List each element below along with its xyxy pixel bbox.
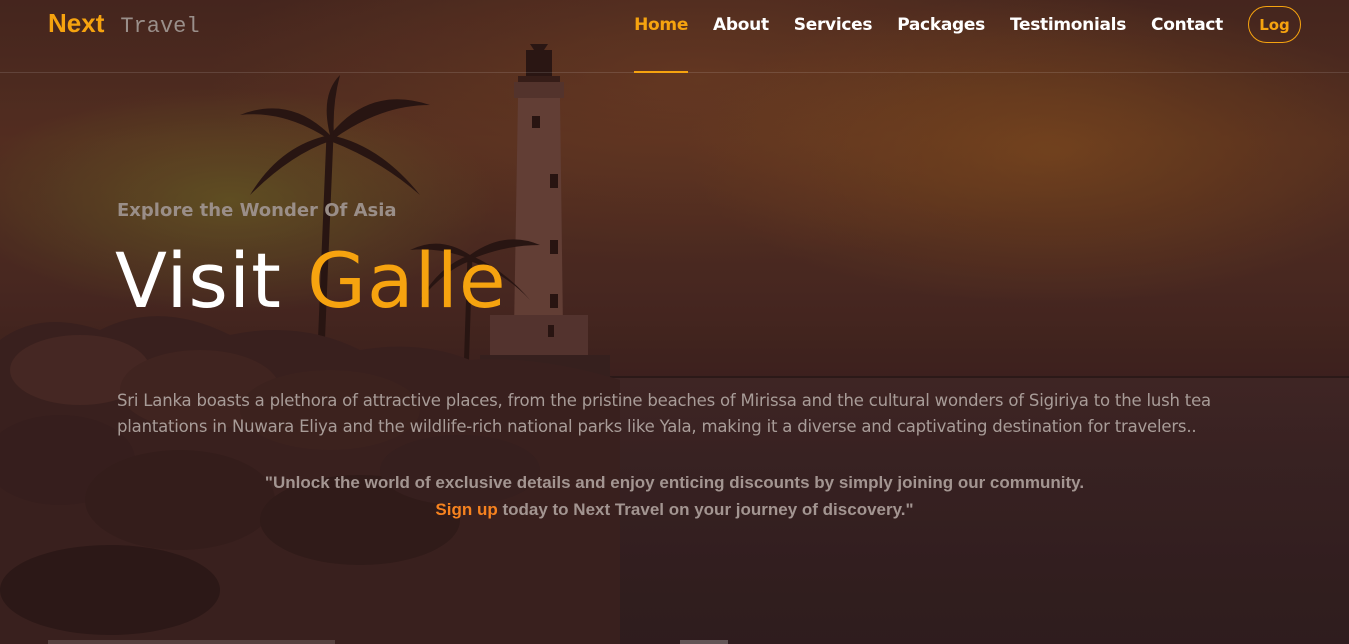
nav-about[interactable]: About: [713, 0, 769, 73]
hero-quote: "Unlock the world of exclusive details a…: [0, 469, 1349, 523]
bottom-edge-indicator: [680, 640, 728, 644]
quote-line-2: Sign up today to Next Travel on your jou…: [0, 496, 1349, 523]
quote-line-1: "Unlock the world of exclusive details a…: [264, 473, 1085, 492]
quote-line-2-text: today to Next Travel on your journey of …: [497, 500, 914, 519]
nav-home[interactable]: Home: [634, 0, 688, 73]
hero-description: Sri Lanka boasts a plethora of attractiv…: [117, 391, 1211, 436]
headline-white: Visit: [115, 236, 282, 325]
bottom-edge-bar: [48, 640, 335, 644]
signup-link[interactable]: Sign up: [435, 500, 497, 519]
brand-suffix: Travel: [120, 14, 200, 39]
headline-accent: Galle: [307, 236, 507, 325]
brand-logo[interactable]: Next Travel: [48, 8, 200, 39]
nav-contact[interactable]: Contact: [1151, 0, 1223, 73]
nav-testimonials[interactable]: Testimonials: [1010, 0, 1126, 73]
hero-headline: Visit Galle: [115, 236, 507, 326]
nav-packages[interactable]: Packages: [897, 0, 985, 73]
nav-links: Home About Services Packages Testimonial…: [609, 0, 1301, 73]
navbar: Next Travel Home About Services Packages…: [0, 0, 1349, 73]
hero-kicker: Explore the Wonder Of Asia: [117, 200, 397, 221]
log-button[interactable]: Log: [1248, 6, 1301, 43]
nav-services[interactable]: Services: [794, 0, 873, 73]
brand-name: Next: [48, 8, 105, 38]
